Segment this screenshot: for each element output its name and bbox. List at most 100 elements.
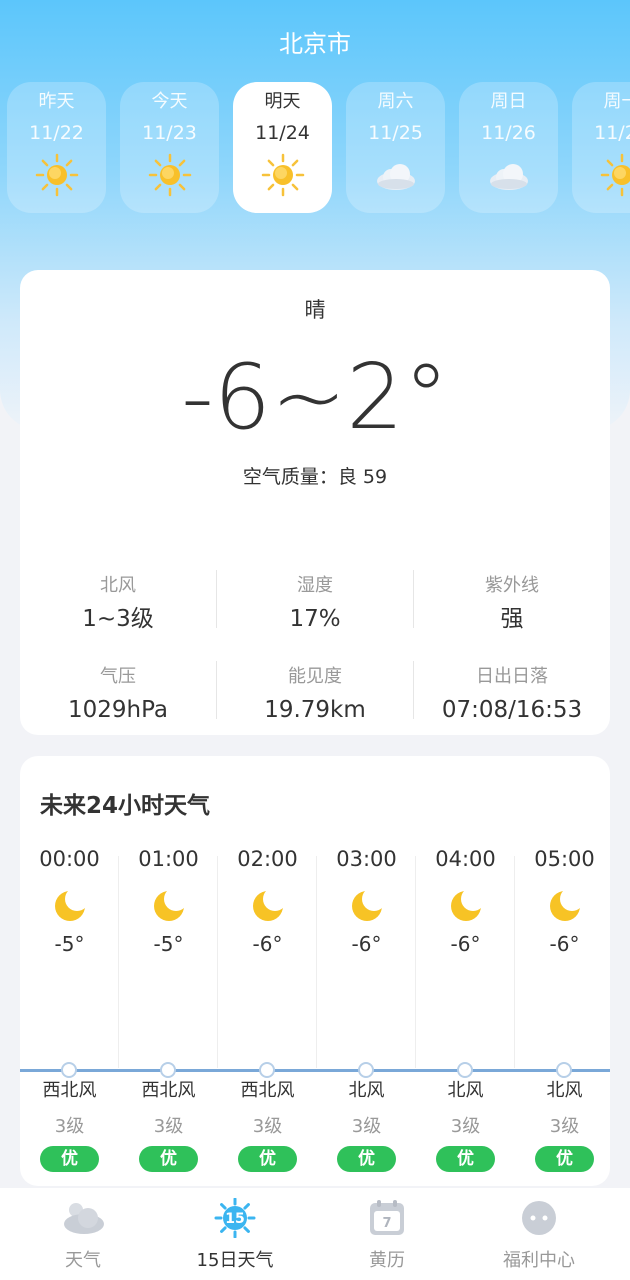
day-date: 11/22 bbox=[29, 122, 84, 144]
tab-label: 黄历 bbox=[369, 1250, 405, 1271]
timeline-dot bbox=[457, 1062, 473, 1078]
cloud-icon bbox=[487, 153, 531, 197]
hourly-forecast-card[interactable]: 未来24小时天气 00:00 -5° 西北风 3级 优 01:00 -5° 西北… bbox=[20, 756, 610, 1186]
tab-label: 天气 bbox=[65, 1250, 101, 1271]
aqi-badge: 优 bbox=[40, 1146, 99, 1172]
metric-pressure: 气压 1029hPa bbox=[20, 664, 216, 726]
moon-icon bbox=[151, 887, 188, 924]
hour-wind: 北风 bbox=[447, 1080, 484, 1101]
hour-time: 02:00 bbox=[237, 847, 298, 871]
hour-temp: -5° bbox=[153, 932, 184, 956]
metric-visibility: 能见度 19.79km bbox=[217, 664, 413, 726]
column-divider bbox=[118, 856, 119, 1068]
tab-badge: 15 bbox=[225, 1211, 244, 1227]
hourly-title: 未来24小时天气 bbox=[40, 793, 211, 819]
calendar-icon: 7 bbox=[364, 1198, 410, 1238]
day-name: 周一 bbox=[603, 91, 630, 112]
moon-icon bbox=[250, 887, 287, 924]
sun-icon bbox=[148, 153, 192, 197]
day-selector[interactable]: 昨天 11/22 今天 11/23 明天 11/24 周六 11/25 周日 1… bbox=[7, 82, 630, 214]
weather-condition: 晴 bbox=[304, 298, 326, 322]
chat-bubble-icon bbox=[516, 1198, 562, 1238]
hour-column: 03:00 -6° 北风 3级 优 bbox=[317, 844, 416, 1184]
sun-icon bbox=[35, 153, 79, 197]
hour-column: 05:00 -6° 北风 3级 优 bbox=[515, 844, 610, 1184]
hour-wind-level: 3级 bbox=[153, 1116, 184, 1137]
column-divider bbox=[217, 856, 218, 1068]
day-name: 昨天 bbox=[38, 91, 75, 112]
hour-column: 04:00 -6° 北风 3级 优 bbox=[416, 844, 515, 1184]
metric-value: 19.79km bbox=[264, 697, 366, 723]
timeline-dot bbox=[61, 1062, 77, 1078]
air-quality[interactable]: 空气质量：良 59 bbox=[20, 462, 610, 489]
aqi-badge: 优 bbox=[436, 1146, 495, 1172]
moon-icon bbox=[448, 887, 485, 924]
hour-column: 00:00 -5° 西北风 3级 优 bbox=[20, 844, 119, 1184]
tab-2[interactable]: 7 黄历 bbox=[308, 1198, 466, 1272]
hour-temp: -6° bbox=[351, 932, 382, 956]
hour-wind: 北风 bbox=[546, 1080, 583, 1101]
aqi-badge: 优 bbox=[139, 1146, 198, 1172]
hour-temp: -6° bbox=[450, 932, 481, 956]
metric-label: 日出日落 bbox=[476, 666, 548, 687]
column-divider bbox=[415, 856, 416, 1068]
column-divider bbox=[514, 856, 515, 1068]
metric-value: 1~3级 bbox=[82, 606, 154, 632]
metric-value: 17% bbox=[289, 606, 341, 632]
city-title[interactable]: 北京市 bbox=[0, 24, 630, 59]
hour-column: 02:00 -6° 西北风 3级 优 bbox=[218, 844, 317, 1184]
hour-wind: 北风 bbox=[348, 1080, 385, 1101]
aqi-badge: 优 bbox=[238, 1146, 297, 1172]
hour-wind-level: 3级 bbox=[450, 1116, 481, 1137]
tab-label: 15日天气 bbox=[196, 1250, 274, 1271]
tab-label: 福利中心 bbox=[503, 1250, 575, 1271]
timeline-dot bbox=[556, 1062, 572, 1078]
day-date: 11/25 bbox=[368, 122, 423, 144]
day-date: 11/24 bbox=[255, 122, 310, 144]
metric-label: 紫外线 bbox=[485, 575, 539, 596]
tab-1[interactable]: 15 15日天气 bbox=[156, 1197, 314, 1272]
metric-value: 07:08/16:53 bbox=[441, 697, 583, 723]
hour-wind-level: 3级 bbox=[351, 1116, 382, 1137]
day-card-0[interactable]: 昨天 11/22 bbox=[7, 82, 106, 213]
hour-time: 05:00 bbox=[534, 847, 595, 871]
temperature-range: -6~2° bbox=[181, 345, 449, 450]
day-card-1[interactable]: 今天 11/23 bbox=[120, 82, 219, 213]
metric-label: 能见度 bbox=[288, 666, 342, 687]
metric-value: 1029hPa bbox=[67, 697, 169, 723]
current-weather-card: 晴 -6~2° 空气质量：良 59 北风 1~3级 湿度 17% 紫外线 强 气… bbox=[20, 270, 610, 735]
day-card-2[interactable]: 明天 11/24 bbox=[233, 82, 332, 213]
metric-label: 北风 bbox=[100, 575, 136, 596]
hour-wind: 西北风 bbox=[42, 1080, 97, 1101]
day-name: 明天 bbox=[264, 91, 301, 112]
cloud-icon bbox=[374, 153, 418, 197]
weather-cloud-icon bbox=[60, 1198, 106, 1238]
hour-time: 00:00 bbox=[39, 847, 100, 871]
day-card-3[interactable]: 周六 11/25 bbox=[346, 82, 445, 213]
hour-wind-level: 3级 bbox=[54, 1116, 85, 1137]
day-card-5[interactable]: 周一 11/27 bbox=[572, 82, 630, 213]
metric-humidity: 湿度 17% bbox=[217, 573, 413, 635]
metric-uv: 紫外线 强 bbox=[414, 573, 610, 635]
metric-sunrise-sunset: 日出日落 07:08/16:53 bbox=[414, 664, 610, 726]
day-card-4[interactable]: 周日 11/26 bbox=[459, 82, 558, 213]
moon-icon bbox=[52, 887, 89, 924]
tab-3[interactable]: 福利中心 bbox=[460, 1198, 618, 1272]
hour-wind-level: 3级 bbox=[252, 1116, 283, 1137]
sun-icon bbox=[261, 153, 305, 197]
day-date: 11/27 bbox=[594, 122, 630, 144]
sun-15-icon: 15 bbox=[212, 1197, 258, 1239]
day-date: 11/26 bbox=[481, 122, 536, 144]
hour-temp: -5° bbox=[54, 932, 85, 956]
metric-value: 强 bbox=[500, 606, 524, 632]
tab-0[interactable]: 天气 bbox=[4, 1198, 162, 1272]
day-name: 周日 bbox=[490, 91, 527, 112]
timeline-dot bbox=[160, 1062, 176, 1078]
day-name: 周六 bbox=[377, 91, 414, 112]
sun-icon bbox=[600, 153, 630, 197]
metric-label: 湿度 bbox=[297, 575, 333, 596]
hour-wind: 西北风 bbox=[240, 1080, 295, 1101]
hour-time: 01:00 bbox=[138, 847, 199, 871]
aqi-badge: 优 bbox=[337, 1146, 396, 1172]
day-name: 今天 bbox=[151, 91, 188, 112]
